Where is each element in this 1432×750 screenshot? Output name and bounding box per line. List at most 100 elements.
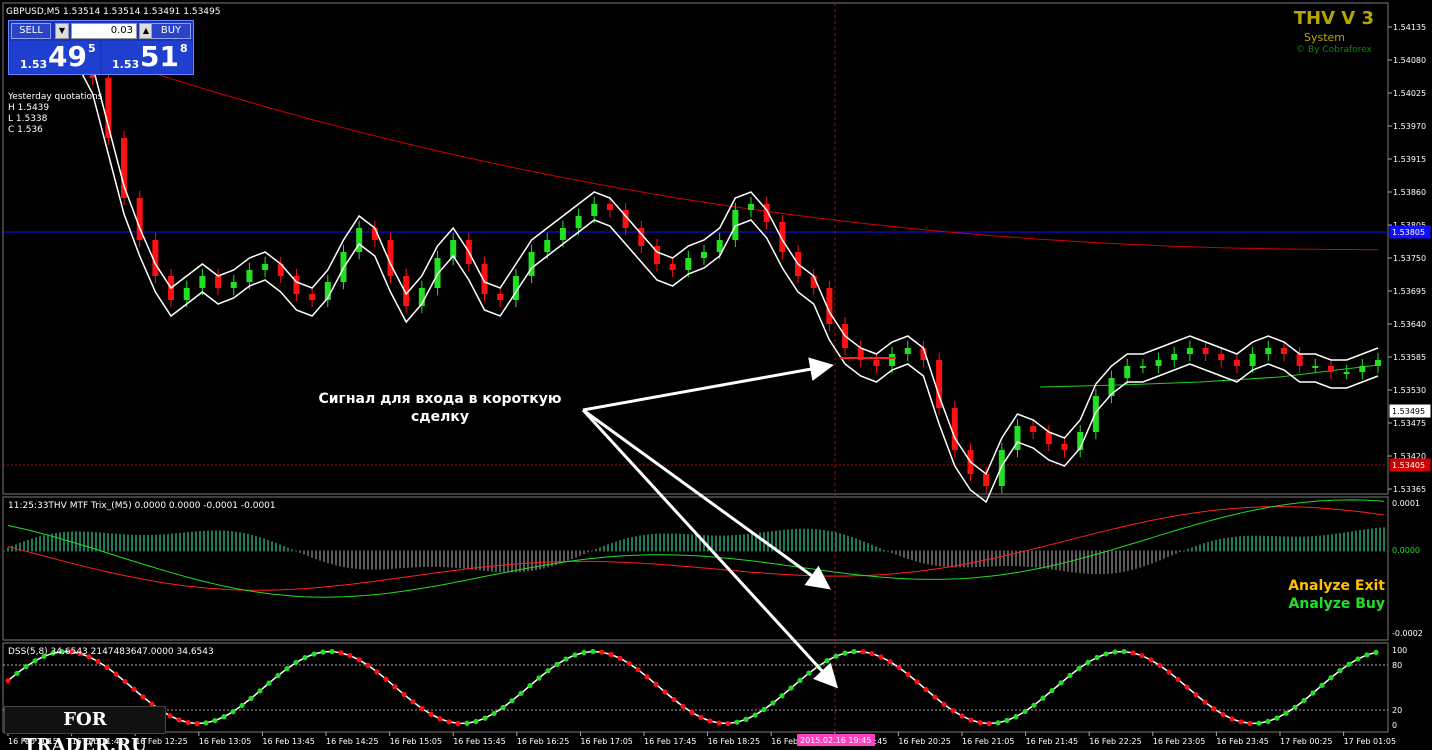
dss-dot <box>941 701 947 707</box>
bull-candle <box>1092 396 1099 432</box>
yesterday-high: H 1.5439 <box>8 103 50 113</box>
buy-button[interactable]: BUY <box>151 23 191 39</box>
dss-dot <box>248 695 254 701</box>
dss-dot <box>860 649 866 655</box>
dss-dot <box>653 681 659 687</box>
sell-quote[interactable]: 1.53 49 5 <box>10 41 100 74</box>
envelope-lower <box>76 63 1379 504</box>
dss-dot <box>473 718 479 725</box>
bull-candle <box>246 270 253 282</box>
time-axis-label: 16 Feb 13:45 <box>262 737 314 746</box>
dss-dot <box>572 652 578 658</box>
dss-dot <box>1157 662 1163 669</box>
dss-dot <box>428 711 434 717</box>
dss-dot <box>311 651 317 657</box>
bear-candle <box>669 264 676 270</box>
red-line-badge-text: 1.53405 <box>1392 461 1425 470</box>
dss-dot <box>167 713 173 719</box>
yesterday-close: C 1.536 <box>8 125 43 135</box>
dss-dot <box>437 716 443 722</box>
trix-axis-zero: 0.0000 <box>1392 546 1420 555</box>
bear-candle <box>497 294 504 300</box>
cursor-time-badge: 2015.02.16 19:45 <box>797 734 875 746</box>
dss-dot <box>1364 652 1370 658</box>
dss-dot <box>896 664 902 671</box>
bull-candle <box>889 354 896 366</box>
trix-panel <box>3 499 1388 598</box>
dss-dot <box>1373 649 1379 656</box>
dss-dot <box>383 676 389 682</box>
dss-dot <box>1175 676 1181 683</box>
dss-dot <box>1013 714 1019 720</box>
dss-dot <box>707 718 713 724</box>
dss-dot <box>239 702 245 709</box>
dss-dot <box>1292 704 1298 710</box>
bear-candle <box>215 276 222 288</box>
dss-axis-label: 100 <box>1392 646 1407 655</box>
dss-axis-label: 80 <box>1392 661 1402 670</box>
sell-quote-pips: 49 <box>48 40 87 73</box>
dss-dot <box>1193 692 1199 698</box>
bull-candle <box>904 348 911 354</box>
bull-candle <box>544 240 551 252</box>
dss-dot <box>590 648 596 655</box>
dss-panel <box>3 648 1388 727</box>
green-moving-average <box>1039 364 1379 388</box>
dss-dot <box>545 668 551 674</box>
dss-dot <box>716 720 722 726</box>
lot-down-arrow-icon[interactable]: ▼ <box>55 23 69 39</box>
bear-candle <box>1202 348 1209 354</box>
dss-dot <box>14 670 20 676</box>
time-axis-label: 16 Feb 14:25 <box>326 737 378 746</box>
dss-dot <box>743 716 749 722</box>
bull-candle <box>1139 366 1146 368</box>
dss-dot <box>824 658 830 664</box>
dss-dot <box>1085 659 1091 665</box>
cursor-time-text: 2015.02.16 19:45 <box>800 736 871 745</box>
brand-credit: © By Cobraforex <box>1296 45 1372 55</box>
price-axis-label: 1.53860 <box>1393 188 1426 197</box>
dss-dot <box>419 705 425 712</box>
arrow-to-entry <box>582 357 834 412</box>
dss-dot <box>194 720 200 727</box>
dss-dot <box>1301 697 1307 704</box>
time-axis-label: 16 Feb 15:45 <box>453 737 505 746</box>
blue-line-badge-text: 1.53805 <box>1392 228 1425 237</box>
price-axis-label: 1.54080 <box>1393 56 1426 65</box>
dss-dot <box>617 655 623 661</box>
time-axis-label: 16 Feb 20:25 <box>898 737 950 746</box>
dss-axis-label: 20 <box>1392 706 1402 715</box>
dss-dot <box>680 703 686 710</box>
signal-annotation-line1: Сигнал для входа в короткую <box>318 391 562 407</box>
dss-dot <box>527 683 533 689</box>
dss-dot <box>1247 720 1253 726</box>
long-moving-average <box>76 47 1378 251</box>
bear-candle <box>1296 354 1303 366</box>
lot-size-input[interactable]: 0.03 <box>71 23 137 39</box>
blue-line-badge: 1.53805 <box>1389 225 1431 239</box>
bear-candle <box>873 360 880 366</box>
buy-quote[interactable]: 1.53 51 8 <box>102 41 192 74</box>
time-axis-label: 16 Feb 23:05 <box>1153 737 1205 746</box>
trading-chart[interactable]: 1.541351.540801.540251.539701.539151.538… <box>0 0 1432 750</box>
dss-dot <box>455 720 461 726</box>
dss-dot <box>797 677 803 684</box>
dss-dot <box>752 712 758 718</box>
bull-candle <box>199 276 206 288</box>
dss-dot <box>347 652 353 659</box>
brand-title: THV V 3 <box>1293 8 1374 29</box>
dss-dot <box>230 709 236 715</box>
sell-button[interactable]: SELL <box>11 23 51 39</box>
dss-dot <box>1031 702 1037 708</box>
dss-dot <box>275 673 281 679</box>
time-axis-label: 16 Feb 16:25 <box>517 737 569 746</box>
dss-dot <box>671 696 677 703</box>
dss-dot <box>95 658 101 665</box>
bull-candle <box>685 258 692 270</box>
time-axis-label: 16 Feb 15:05 <box>390 737 442 746</box>
bull-candle <box>1343 372 1350 374</box>
dss-dot <box>1211 706 1217 712</box>
time-axis-label: 16 Feb 17:05 <box>580 737 632 746</box>
time-axis-label: 17 Feb 01:05 <box>1344 737 1396 746</box>
bear-candle <box>309 294 316 300</box>
